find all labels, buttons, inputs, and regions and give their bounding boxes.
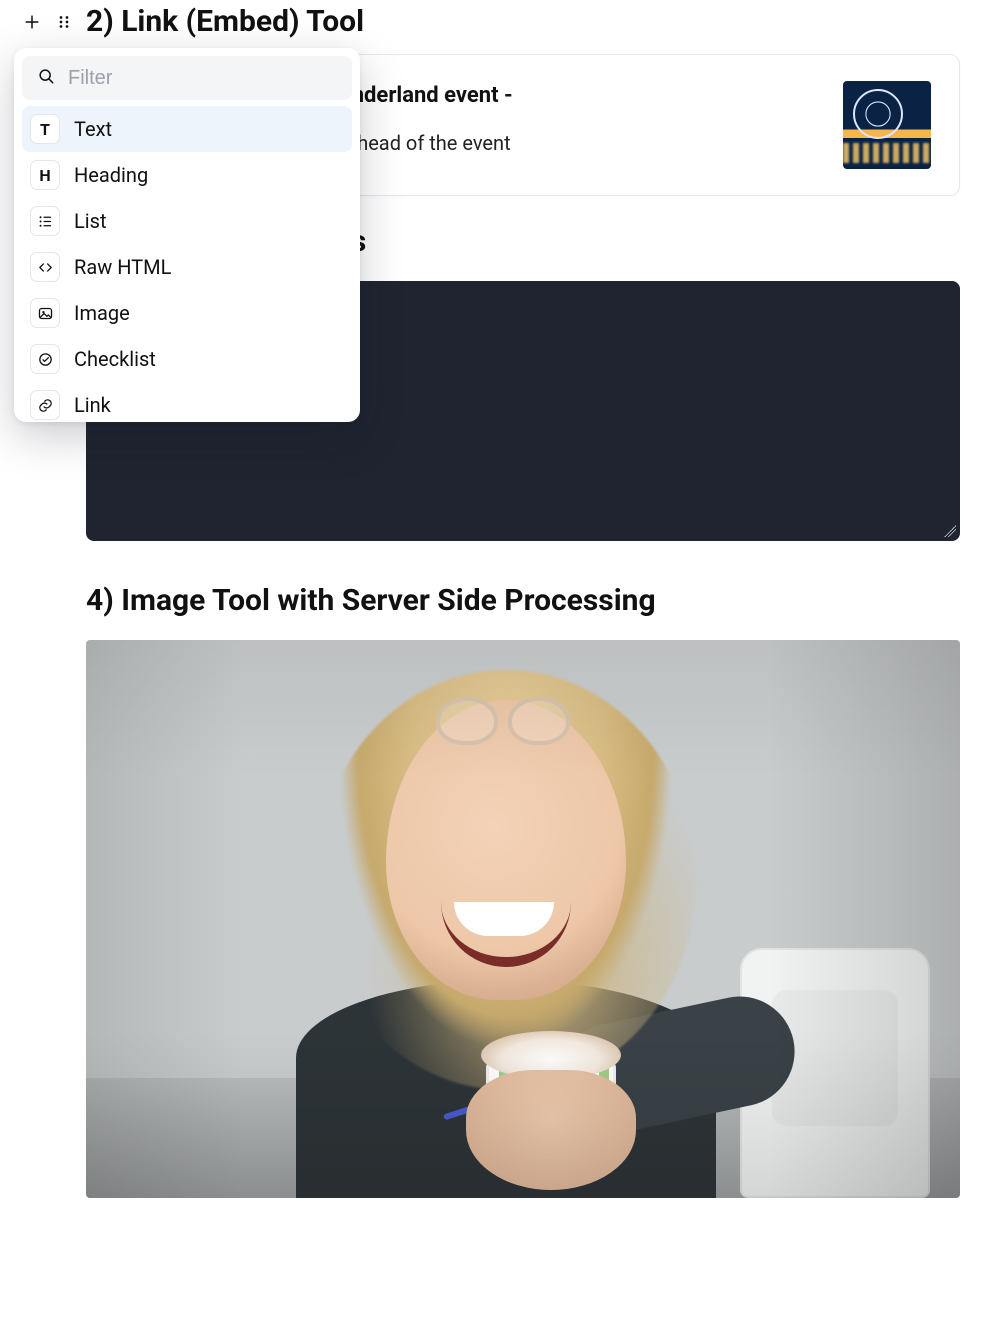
toolbox-item-label: Raw HTML: [74, 255, 171, 279]
toolbox-item-label: Image: [74, 301, 130, 325]
toolbox-item-label: Text: [74, 117, 112, 141]
image-tool-figure[interactable]: [86, 640, 960, 1198]
add-block-button[interactable]: [20, 10, 44, 34]
toolbox-item-list[interactable]: List: [22, 198, 352, 244]
toolbox-item-label: List: [74, 209, 107, 233]
toolbox-item-checklist[interactable]: Checklist: [22, 336, 352, 382]
search-icon: [36, 66, 56, 90]
section-4-title: 4) Image Tool with Server Side Processin…: [86, 583, 960, 618]
link-icon: [30, 390, 60, 420]
text-icon: T: [30, 114, 60, 144]
heading-icon: H: [30, 160, 60, 190]
toolbox-item-image[interactable]: Image: [22, 290, 352, 336]
toolbox-popup: T Text H Heading List Raw HTML Image: [14, 48, 360, 422]
checklist-icon: [30, 344, 60, 374]
section-2-title: 2) Link (Embed) Tool: [86, 0, 960, 54]
drag-handle[interactable]: [52, 10, 76, 34]
list-icon: [30, 206, 60, 236]
toolbox-item-text[interactable]: T Text: [22, 106, 352, 152]
block-section-2: 2) Link (Embed) Tool T Text H Heading Li…: [0, 0, 1000, 54]
toolbox-filter-input[interactable]: [68, 67, 338, 90]
toolbox-item-label: Checklist: [74, 347, 156, 371]
code-icon: [30, 252, 60, 282]
image-icon: [30, 298, 60, 328]
toolbox-item-link[interactable]: Link: [22, 382, 352, 422]
toolbox-item-label: Heading: [74, 163, 148, 187]
resize-handle[interactable]: [944, 525, 956, 537]
toolbox-item-rawhtml[interactable]: Raw HTML: [22, 244, 352, 290]
block-actions: [20, 10, 76, 34]
link-card-thumbnail: [843, 81, 931, 169]
toolbox-item-label: Link: [74, 393, 111, 417]
toolbox-item-heading[interactable]: H Heading: [22, 152, 352, 198]
toolbox-filter[interactable]: [22, 56, 352, 100]
